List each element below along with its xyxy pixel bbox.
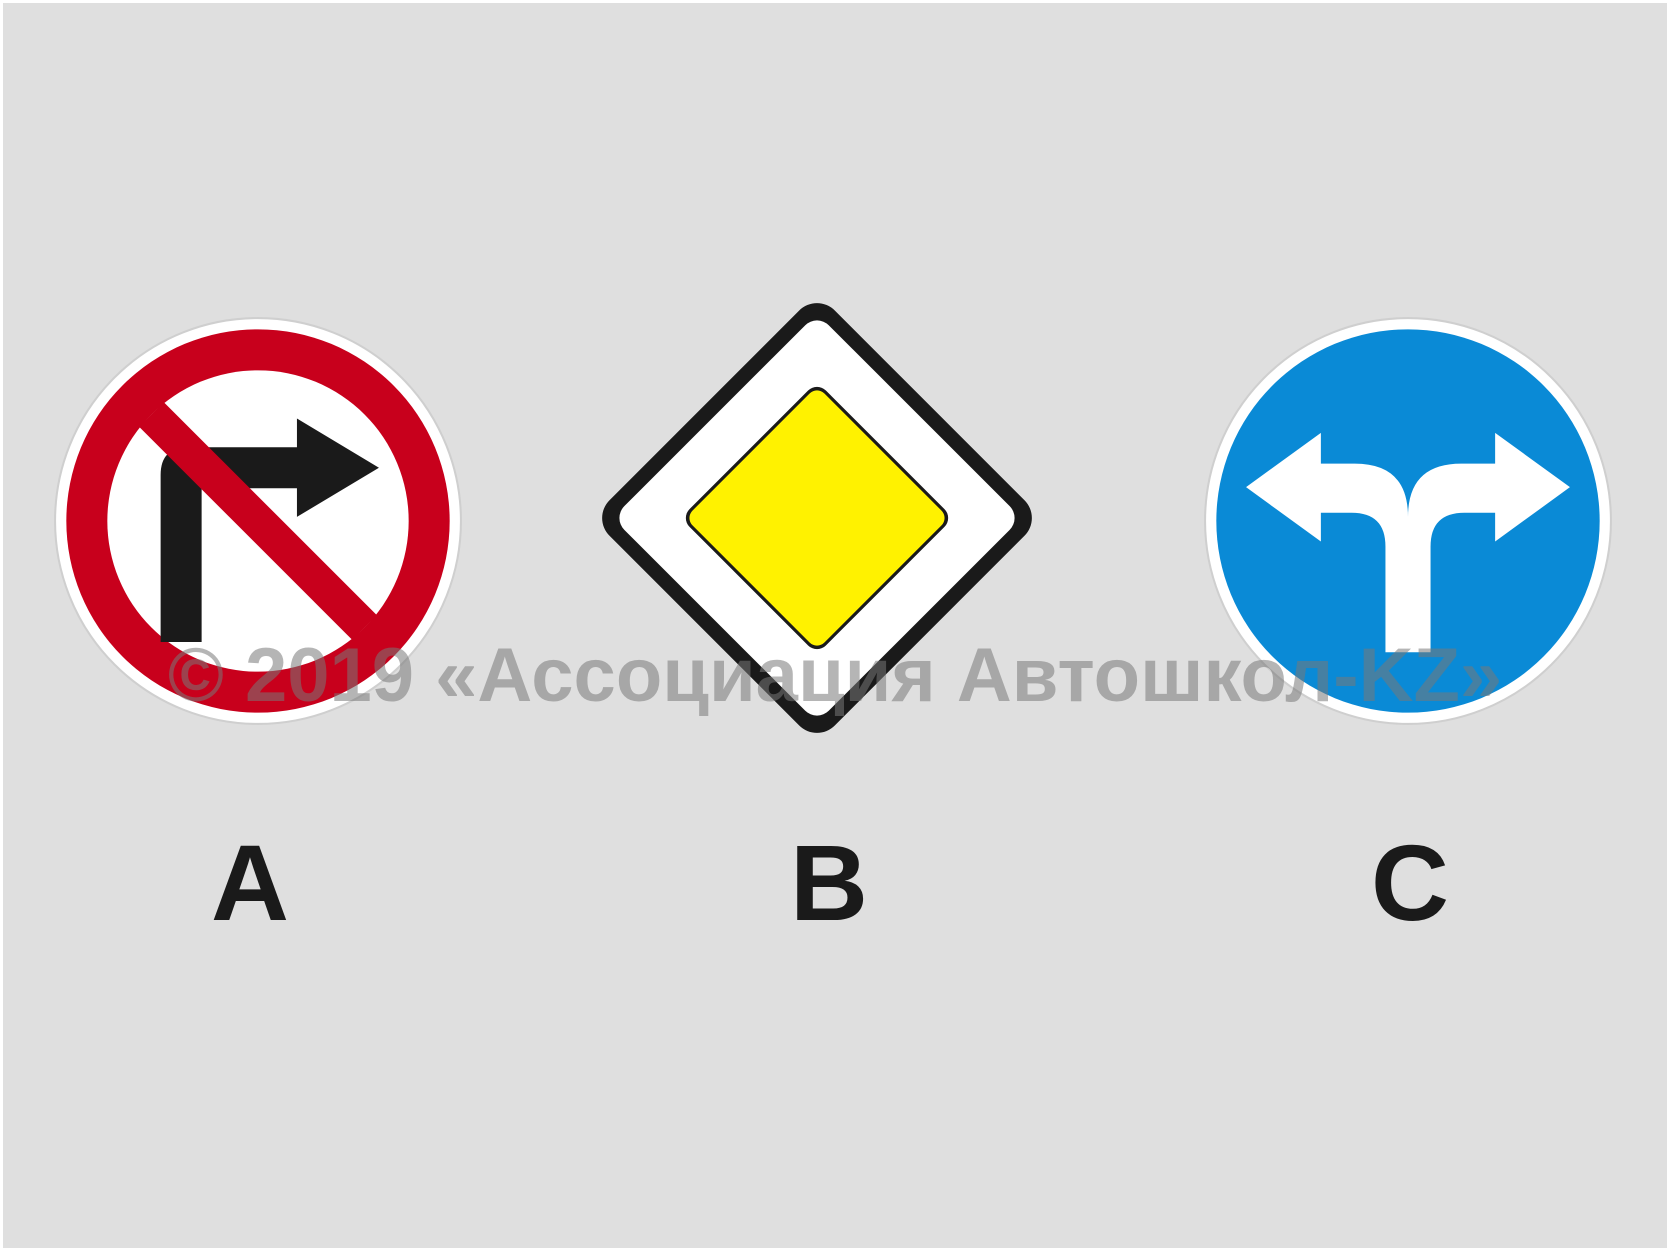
option-a-label: A (211, 822, 289, 943)
question-image: A B C © 2019 «Ассоциация Автошкол-KZ» (3, 3, 1667, 1248)
priority-road-sign-icon (555, 256, 1079, 780)
no-right-turn-sign-icon (53, 316, 463, 726)
option-b-label: B (790, 822, 868, 943)
option-c-label: C (1371, 822, 1449, 943)
left-or-right-turn-sign-icon (1203, 316, 1613, 726)
